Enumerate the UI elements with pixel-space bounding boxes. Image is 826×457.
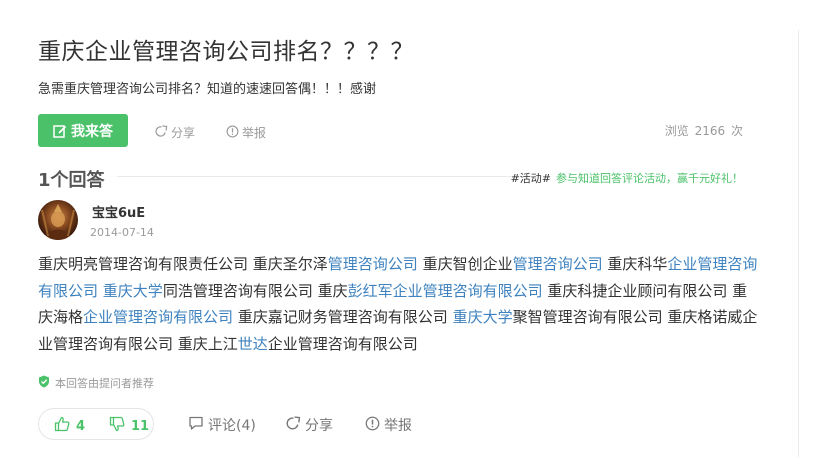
answer-text-segment: 重庆科华 <box>602 255 668 273</box>
right-divider <box>798 30 799 457</box>
question-title: 重庆企业管理咨询公司排名？？？？ <box>38 39 414 65</box>
recommend-note: 本回答由提问者推荐 <box>38 375 154 391</box>
dislike-button[interactable]: 11 <box>109 416 149 436</box>
activity-banner[interactable]: #活动# 参与知道回答评论活动，赢千元好礼！ <box>511 170 743 186</box>
answer-keyword-link[interactable]: 重庆大学 <box>453 308 513 326</box>
share-answer-button[interactable]: 分享 <box>286 415 333 435</box>
report-label: 举报 <box>242 126 267 140</box>
views-label: 浏览 <box>664 124 689 138</box>
report-answer-button[interactable]: 举报 <box>365 415 412 435</box>
like-count: 4 <box>76 418 86 434</box>
answer-keyword-link[interactable]: 企业管理咨询有限公司 <box>83 308 233 326</box>
activity-text: 参与知道回答评论活动，赢千元好礼！ <box>556 172 743 185</box>
comment-label: 评论(4) <box>208 418 256 434</box>
header-divider <box>117 176 527 177</box>
answer-text-segment: 同浩管理咨询有限公司 重庆 <box>162 281 348 300</box>
thumbs-up-icon <box>54 416 70 436</box>
question-description: 急需重庆管理咨询公司排名？知道的速速回答偶！！！感谢 <box>38 82 377 97</box>
share-question-link[interactable]: 分享 <box>155 124 195 141</box>
answers-header: 1个回答 #活动# 参与知道回答评论活动，赢千元好礼！ <box>38 166 745 191</box>
report-question-link[interactable]: 举报 <box>226 124 266 141</box>
view-count: 浏览 2166 次 <box>663 122 743 139</box>
vote-box: 4 11 <box>38 408 154 440</box>
answer-button-label: 我来答 <box>71 123 113 140</box>
answer-content: 重庆明亮管理咨询有限责任公司 重庆圣尔泽管理咨询公司 重庆智创企业管理咨询公司 … <box>38 251 758 357</box>
answer-keyword-link[interactable]: 管理咨询公司 <box>328 255 418 273</box>
comment-icon <box>188 415 204 435</box>
dislike-count: 11 <box>131 418 150 434</box>
share-icon <box>155 124 168 141</box>
report-answer-label: 举报 <box>384 418 412 434</box>
answer-button[interactable]: 我来答 <box>38 114 128 147</box>
like-button[interactable]: 4 <box>54 416 85 436</box>
views-number: 2166 <box>694 124 726 138</box>
answer-text-segment: 重庆嘉记财务管理咨询有限公司 <box>233 308 453 326</box>
activity-tag: #活动# <box>510 172 551 185</box>
report-icon <box>365 416 380 435</box>
avatar[interactable] <box>38 200 78 240</box>
views-unit: 次 <box>730 124 743 138</box>
thumbs-down-icon <box>109 416 125 436</box>
report-icon <box>226 125 239 141</box>
answer-keyword-link[interactable]: 管理咨询公司 <box>513 255 603 273</box>
answer-keyword-link[interactable]: 重庆大学 <box>103 282 163 300</box>
answer-count: 1个回答 <box>38 170 105 191</box>
answer-text-segment: 企业管理咨询有限公司 <box>267 334 418 353</box>
answer-keyword-link[interactable]: 世达 <box>238 335 268 353</box>
answerer-name[interactable]: 宝宝6uE <box>92 202 145 221</box>
share-answer-label: 分享 <box>305 418 333 434</box>
answer-text-segment: 重庆智创企业 <box>417 255 513 273</box>
shield-check-icon <box>38 375 50 391</box>
comment-button[interactable]: 评论(4) <box>188 415 256 435</box>
edit-icon <box>53 124 67 138</box>
recommend-label: 本回答由提问者推荐 <box>55 377 154 390</box>
answer-keyword-link[interactable]: 彭红军企业管理咨询有限公司 <box>348 282 543 300</box>
answer-date: 2014-07-14 <box>90 226 154 239</box>
answer-text-segment: 重庆明亮管理咨询有限责任公司 重庆圣尔泽 <box>38 255 328 273</box>
share-label: 分享 <box>171 126 196 140</box>
share-icon <box>286 415 301 435</box>
